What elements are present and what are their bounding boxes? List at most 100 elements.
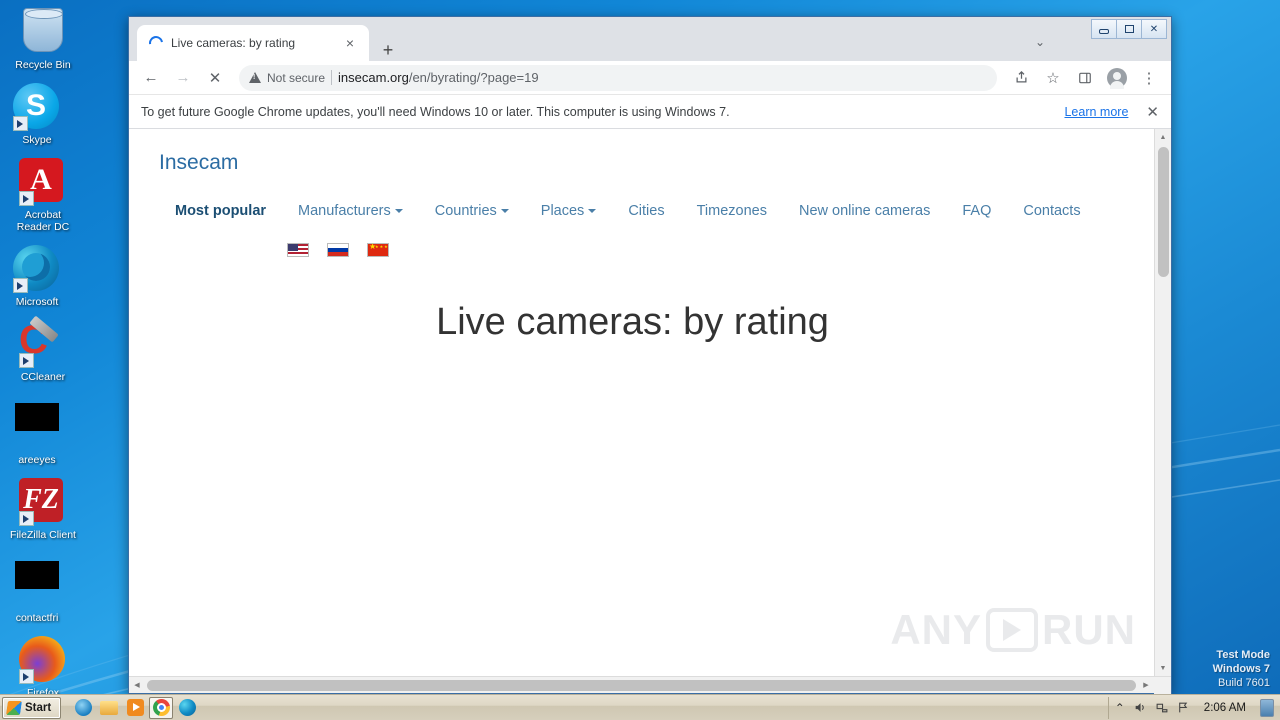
desktop-icon-label: contactfri	[15, 612, 59, 624]
start-button-label: Start	[25, 701, 52, 714]
security-status-text: Not secure	[267, 70, 326, 85]
taskbar-clock[interactable]: 2:06 AM	[1198, 702, 1252, 714]
chrome-browser-window: Live cameras: by rating × + ⌄ ✕ ← → ✕ No…	[128, 16, 1172, 694]
share-icon[interactable]	[1007, 64, 1035, 92]
system-tray: ⌃ 2:06 AM	[1107, 696, 1280, 719]
page-title: Live cameras: by rating	[436, 301, 829, 343]
anyrun-watermark: ANY RUN	[890, 606, 1136, 654]
desktop-icon-filezilla[interactable]: FZ FileZilla Client	[8, 478, 78, 541]
network-icon[interactable]	[1155, 701, 1169, 714]
taskbar-microsoft-edge-icon[interactable]	[175, 697, 199, 719]
tab-strip: Live cameras: by rating × + ⌄ ✕	[129, 17, 1171, 61]
desktop-icon-recycle-bin[interactable]: Recycle Bin	[8, 6, 78, 71]
maximize-button[interactable]	[1116, 19, 1142, 39]
flag-cn-icon[interactable]	[367, 242, 389, 257]
close-infobar-icon[interactable]: ✕	[1146, 103, 1159, 121]
black-file-icon	[13, 403, 61, 451]
tab-loading-spinner-icon	[146, 33, 166, 53]
nav-item-faq[interactable]: FAQ	[946, 197, 1007, 225]
taskbar-google-chrome-icon[interactable]	[149, 696, 174, 719]
nav-item-cities[interactable]: Cities	[612, 197, 680, 225]
skype-icon: S	[13, 83, 61, 131]
desktop-icon-ccleaner[interactable]: CCleaner	[8, 318, 78, 383]
show-desktop-button[interactable]	[1260, 698, 1274, 717]
show-hidden-icons-button[interactable]: ⌃	[1115, 701, 1125, 715]
quick-launch-bar	[71, 696, 199, 719]
browser-toolbar: ← → ✕ Not secure insecam.org/en/byrating…	[129, 61, 1171, 95]
anyrun-right-text: RUN	[1042, 606, 1136, 653]
learn-more-link[interactable]: Learn more	[1064, 105, 1128, 119]
start-button[interactable]: Start	[2, 696, 62, 719]
play-button-icon	[986, 608, 1038, 652]
stop-loading-icon[interactable]: ✕	[201, 64, 229, 92]
nav-item-places[interactable]: Places	[525, 197, 613, 225]
horizontal-scrollbar[interactable]: ◀ ▶	[129, 676, 1171, 694]
nav-label: Manufacturers	[298, 203, 391, 219]
side-panel-icon[interactable]	[1071, 64, 1099, 92]
vertical-scrollbar[interactable]: ▲ ▼	[1154, 129, 1171, 676]
nav-item-most-popular[interactable]: Most popular	[159, 197, 282, 225]
tab-title: Live cameras: by rating	[171, 36, 296, 50]
chevron-down-icon[interactable]: ⌄	[1029, 31, 1051, 53]
url-text: insecam.org/en/byrating/?page=19	[338, 70, 539, 85]
bookmark-star-icon[interactable]: ☆	[1039, 64, 1067, 92]
scrollbar-corner	[1154, 676, 1171, 694]
minimize-button[interactable]	[1091, 19, 1117, 39]
desktop-icon-label: FileZilla Client	[10, 529, 76, 541]
desktop-icon-firefox[interactable]: Firefox	[8, 636, 78, 699]
scroll-up-icon[interactable]: ▲	[1155, 129, 1172, 145]
flag-us-icon[interactable]	[287, 243, 309, 257]
omnibox-divider	[331, 70, 333, 85]
watermark-line-1: Test Mode	[1216, 649, 1270, 661]
nav-label: Most popular	[175, 203, 267, 219]
browser-menu-icon[interactable]: ⋮	[1135, 64, 1163, 92]
new-tab-button[interactable]: +	[377, 39, 399, 61]
flag-ru-icon[interactable]	[327, 243, 349, 257]
acrobat-reader-icon: A	[19, 158, 67, 206]
nav-item-timezones[interactable]: Timezones	[681, 197, 783, 225]
volume-icon[interactable]	[1133, 701, 1147, 714]
microsoft-edge-icon	[13, 245, 61, 293]
nav-item-new-online-cameras[interactable]: New online cameras	[783, 197, 946, 225]
action-center-flag-icon[interactable]	[1177, 701, 1190, 714]
back-button-icon[interactable]: ←	[137, 64, 165, 92]
taskbar-media-player-icon[interactable]	[123, 697, 147, 719]
language-selector	[287, 242, 1154, 257]
desktop-icon-contactfri[interactable]: contactfri	[2, 553, 72, 624]
nav-label: Timezones	[696, 203, 767, 219]
black-file-icon	[13, 561, 61, 609]
desktop-icon-skype[interactable]: S Skype	[2, 83, 72, 146]
close-tab-icon[interactable]: ×	[339, 32, 361, 54]
chevron-down-icon	[394, 209, 403, 214]
nav-label: Cities	[628, 203, 665, 219]
infobar-message: To get future Google Chrome updates, you…	[141, 104, 730, 119]
test-mode-watermark: Test Mode Windows 7 Build 7601	[1213, 648, 1270, 690]
browser-tab[interactable]: Live cameras: by rating ×	[137, 25, 369, 61]
nav-item-manufacturers[interactable]: Manufacturers	[282, 197, 419, 225]
desktop-icon-microsoft-edge[interactable]: Microsoft	[2, 245, 72, 308]
horizontal-scroll-thumb[interactable]	[147, 679, 1136, 691]
window-controls: ✕	[1091, 19, 1167, 39]
nav-item-contacts[interactable]: Contacts	[1007, 197, 1096, 225]
scroll-left-icon[interactable]: ◀	[129, 677, 145, 694]
filezilla-icon: FZ	[19, 478, 67, 526]
windows-taskbar: Start ⌃ 2:06 AM	[0, 694, 1280, 720]
scroll-right-icon[interactable]: ▶	[1138, 677, 1154, 694]
chevron-down-icon	[500, 209, 509, 214]
chevron-down-icon	[588, 209, 597, 214]
vertical-scroll-thumb[interactable]	[1157, 147, 1169, 277]
desktop-icon-acrobat-reader[interactable]: A Acrobat Reader DC	[8, 158, 78, 233]
taskbar-internet-explorer-icon[interactable]	[71, 697, 95, 719]
address-bar[interactable]: Not secure insecam.org/en/byrating/?page…	[239, 64, 997, 91]
site-logo[interactable]: Insecam	[159, 151, 1154, 175]
anyrun-left-text: ANY	[890, 606, 982, 653]
forward-button-icon[interactable]: →	[169, 64, 197, 92]
taskbar-windows-explorer-icon[interactable]	[97, 697, 121, 719]
nav-item-countries[interactable]: Countries	[419, 197, 525, 225]
scroll-down-icon[interactable]: ▼	[1155, 660, 1172, 676]
url-host: insecam.org	[338, 70, 409, 85]
profile-avatar-icon[interactable]	[1103, 64, 1131, 92]
insecam-page: Insecam Most popular Manufacturers Count…	[129, 129, 1154, 676]
close-window-button[interactable]: ✕	[1141, 19, 1167, 39]
desktop-icon-areeyes[interactable]: areeyes	[2, 395, 72, 466]
